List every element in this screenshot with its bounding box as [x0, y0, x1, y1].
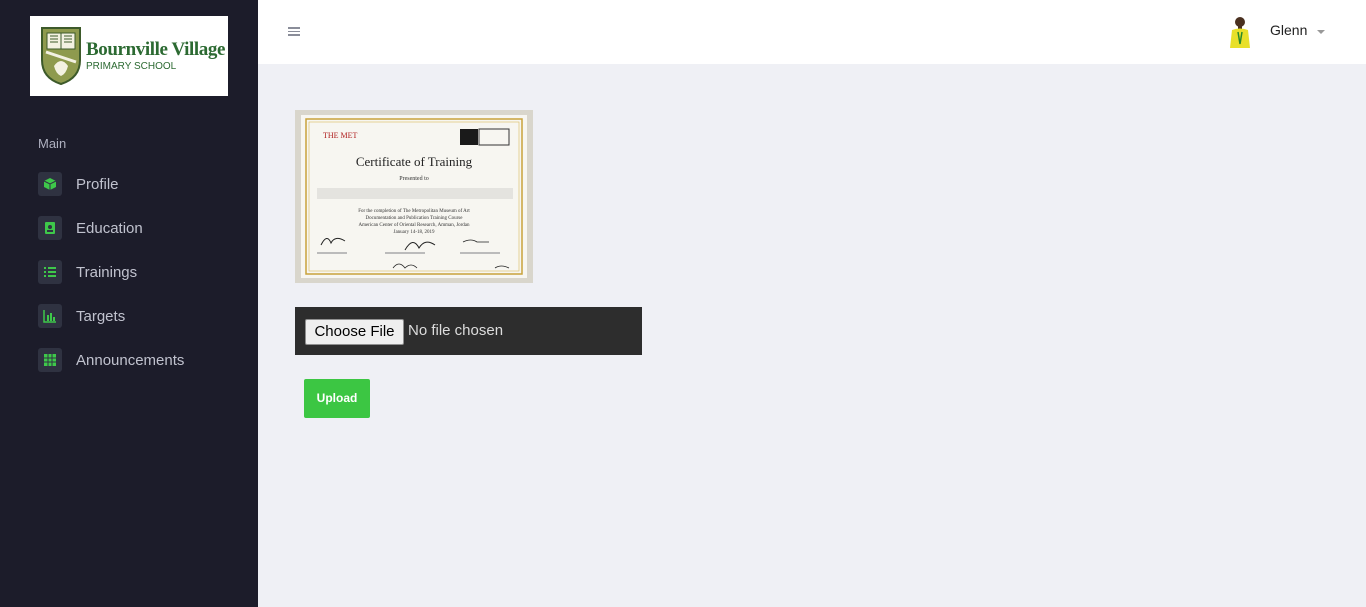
sidebar-item-education[interactable]: Education — [38, 214, 143, 242]
file-status: No file chosen — [408, 322, 504, 339]
file-input[interactable]: Choose File No file chosen — [295, 307, 642, 355]
cert-line-4: January 14-18, 2019 — [394, 230, 435, 235]
list-icon — [38, 260, 62, 284]
school-name: Bournville Village — [86, 39, 226, 60]
sidebar-item-label: Trainings — [76, 263, 138, 281]
sidebar-item-announcements[interactable]: Announcements — [38, 346, 184, 374]
certificate-image: THE MET Certificate of Training Presente… — [295, 110, 533, 283]
user-avatar[interactable] — [1226, 14, 1254, 48]
sidebar-item-profile[interactable]: Profile — [38, 170, 119, 198]
sidebar-item-label: Profile — [76, 175, 119, 193]
cert-line-3: American Center of Oriental Research, Am… — [358, 223, 470, 228]
school-crest-icon — [41, 27, 81, 86]
nav-heading: Main — [38, 136, 67, 151]
chevron-down-icon[interactable] — [1317, 30, 1325, 34]
sidebar-item-label: Announcements — [76, 351, 185, 369]
menu-toggle-icon[interactable] — [288, 27, 300, 36]
school-logo[interactable]: Bournville Village PRIMARY SCHOOL — [30, 16, 228, 96]
sidebar: Bournville Village PRIMARY SCHOOL Main P… — [0, 0, 258, 607]
top-bar: Glenn — [258, 0, 1366, 64]
cert-presented: Presented to — [399, 176, 429, 182]
school-type: PRIMARY SCHOOL — [86, 61, 177, 72]
cert-line-2: Documentation and Publication Training C… — [366, 216, 464, 221]
bar-chart-icon — [38, 304, 62, 328]
table-grid-icon — [38, 348, 62, 372]
sidebar-item-label: Education — [76, 219, 143, 237]
sidebar-item-trainings[interactable]: Trainings — [38, 258, 137, 286]
cert-line-1: For the completion of The Metropolitan M… — [358, 209, 470, 214]
sidebar-item-targets[interactable]: Targets — [38, 302, 125, 330]
cert-org: THE MET — [323, 131, 358, 140]
user-name[interactable]: Glenn — [1270, 22, 1307, 38]
cert-title: Certificate of Training — [356, 154, 473, 169]
upload-button[interactable]: Upload — [304, 379, 370, 418]
choose-file-button[interactable]: Choose File — [305, 319, 404, 345]
id-badge-icon — [38, 216, 62, 240]
cube-icon — [38, 172, 62, 196]
sidebar-item-label: Targets — [76, 307, 126, 325]
